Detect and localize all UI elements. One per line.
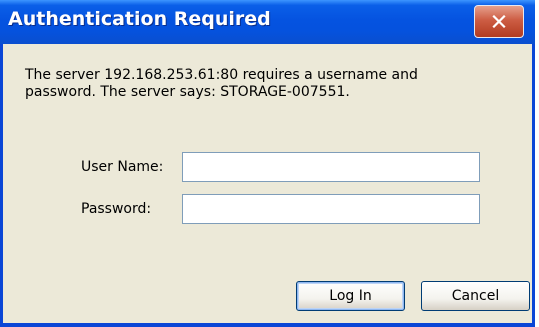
title-bar[interactable]: Authentication Required (0, 0, 535, 44)
password-input[interactable] (182, 194, 480, 224)
login-button[interactable]: Log In (296, 281, 405, 311)
cancel-button[interactable]: Cancel (421, 281, 530, 311)
close-button[interactable] (474, 5, 524, 38)
username-input[interactable] (182, 152, 480, 182)
username-label: User Name: (81, 159, 164, 175)
server-message: The server 192.168.253.61:80 requires a … (25, 67, 505, 101)
password-label: Password: (81, 201, 152, 217)
message-line-1: The server 192.168.253.61:80 requires a … (25, 67, 418, 83)
dialog-title: Authentication Required (8, 8, 271, 30)
message-line-2: password. The server says: STORAGE-00755… (25, 84, 350, 100)
authentication-dialog: Authentication Required The server 192.1… (0, 0, 535, 327)
window-bottom-border (0, 323, 535, 327)
close-icon (492, 15, 506, 28)
